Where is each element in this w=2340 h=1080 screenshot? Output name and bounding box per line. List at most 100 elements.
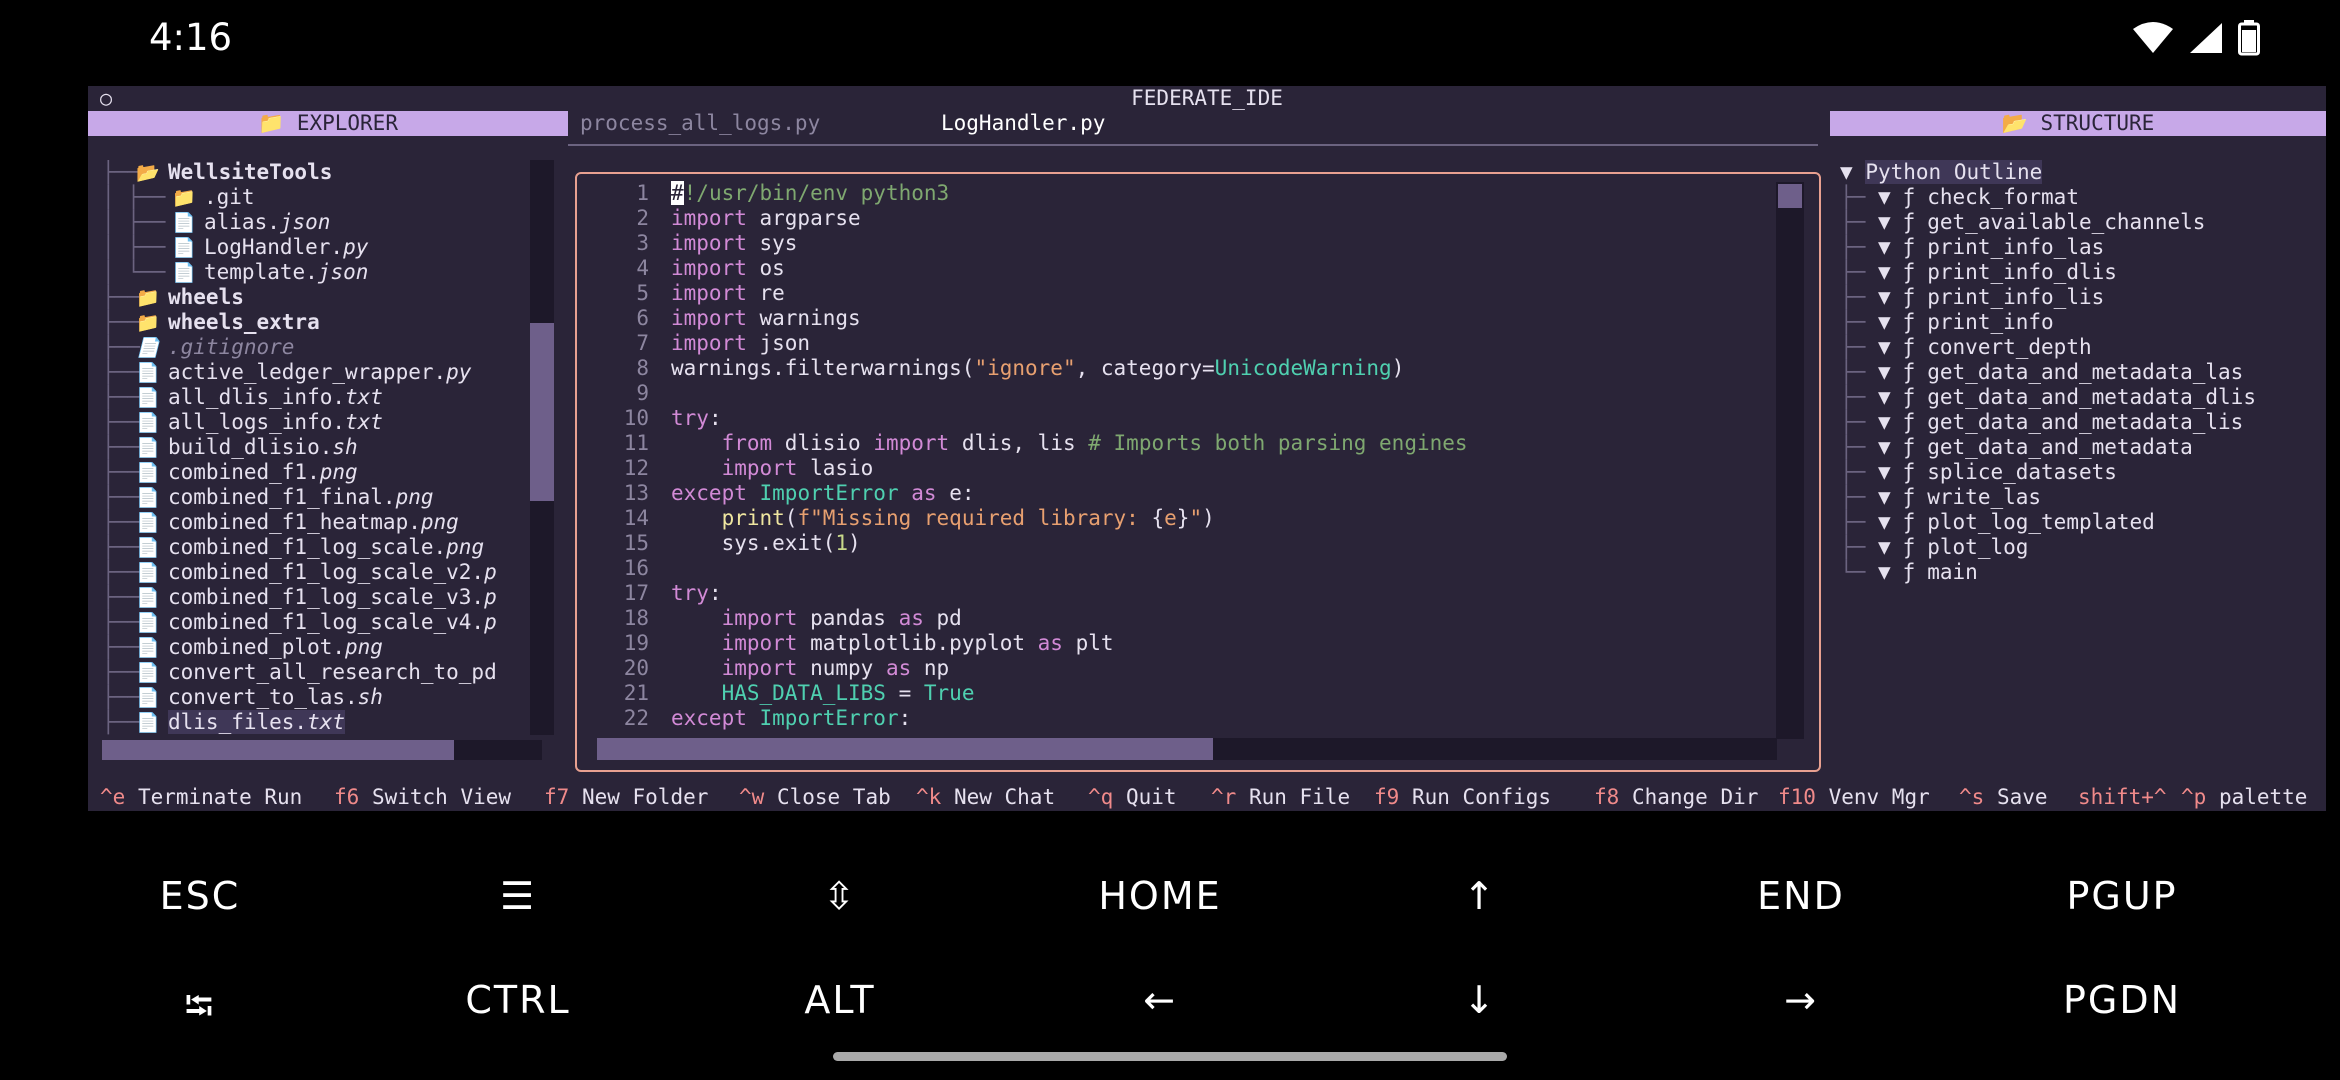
code-editor[interactable]: 1 #!/usr/bin/env python3 2 import argparse…	[575, 172, 1821, 772]
file-item[interactable]: ├──📄 dlis_files.txt	[102, 710, 542, 735]
expand-toggle-icon[interactable]: ▼	[1878, 435, 1891, 459]
expand-toggle-icon[interactable]: ▼	[1878, 335, 1891, 359]
file-item[interactable]: │ ├── 📄 LogHandler.py	[102, 235, 542, 260]
folder-item[interactable]: │ ├── 📁 .git	[102, 185, 542, 210]
file-item[interactable]: │ ├── 📄 alias.json	[102, 210, 542, 235]
code-lines[interactable]: 1 #!/usr/bin/env python3 2 import argparse…	[577, 181, 1777, 731]
scroll-thumb[interactable]	[530, 323, 554, 501]
outline-function[interactable]: ├─ ▼ ƒ get_data_and_metadata_dlis	[1840, 385, 2326, 410]
shortcut-f8-8[interactable]: f8 Change Dir	[1594, 783, 1758, 811]
file-item[interactable]: ├──📄 combined_f1.png	[102, 460, 542, 485]
scroll-thumb[interactable]	[597, 738, 1213, 760]
shortcut-f9-7[interactable]: f9 Run Configs	[1374, 783, 1551, 811]
expand-toggle-icon[interactable]: ▼	[1878, 460, 1891, 484]
file-item[interactable]: ├──📄 combined_f1_log_scale_v2.p	[102, 560, 542, 585]
file-item[interactable]: ├──📄 .gitignore	[102, 335, 542, 360]
right-arrow-key[interactable]: →	[1701, 978, 1901, 1022]
expand-toggle-icon[interactable]: ▼	[1840, 160, 1853, 184]
page-up-key[interactable]: PGUP	[2022, 874, 2222, 918]
file-item[interactable]: ├──📄 all_logs_info.txt	[102, 410, 542, 435]
expand-toggle-icon[interactable]: ▼	[1878, 235, 1891, 259]
folder-item[interactable]: ├──📁 wheels_extra	[102, 310, 542, 335]
expand-toggle-icon[interactable]: ▼	[1878, 385, 1891, 409]
alt-key[interactable]: ALT	[740, 978, 940, 1022]
tab-key[interactable]: ⭾	[100, 978, 300, 1043]
down-arrow-key[interactable]: ↓	[1380, 978, 1580, 1022]
folder-item[interactable]: ├──📂 WellsiteTools	[102, 160, 542, 185]
menu-key[interactable]: ☰	[418, 874, 618, 918]
end-key[interactable]: END	[1701, 874, 1901, 918]
expand-toggle-icon[interactable]: ▼	[1878, 260, 1891, 284]
scroll-thumb[interactable]	[102, 740, 454, 760]
folder-item[interactable]: ├──📁 wheels	[102, 285, 542, 310]
file-item[interactable]: ├──📄 convert_to_las.sh	[102, 685, 542, 710]
expand-toggle-icon[interactable]: ▼	[1878, 210, 1891, 234]
esc-key[interactable]: ESC	[100, 874, 300, 918]
shortcut-r-6[interactable]: ^r Run File	[1211, 783, 1350, 811]
outline-function[interactable]: ├─ ▼ ƒ plot_log_templated	[1840, 510, 2326, 535]
shortcut-f6-1[interactable]: f6 Switch View	[334, 783, 511, 811]
page-down-key[interactable]: PGDN	[2022, 978, 2222, 1022]
shortcut-s-10[interactable]: ^s Save	[1959, 783, 2048, 811]
tab-loghandler[interactable]: LogHandler.py	[941, 111, 1105, 136]
expand-toggle-icon[interactable]: ▼	[1878, 510, 1891, 534]
scroll-key[interactable]: ⇳	[740, 874, 940, 918]
outline-function[interactable]: ├─ ▼ ƒ get_data_and_metadata_lis	[1840, 410, 2326, 435]
expand-toggle-icon[interactable]: ▼	[1878, 310, 1891, 334]
outline-function[interactable]: ├─ ▼ ƒ print_info_las	[1840, 235, 2326, 260]
outline-function[interactable]: ├─ ▼ ƒ get_available_channels	[1840, 210, 2326, 235]
file-item[interactable]: ├──📄 active_ledger_wrapper.py	[102, 360, 542, 385]
file-item[interactable]: ├──📄 convert_all_research_to_pd	[102, 660, 542, 685]
outline-function[interactable]: ├─ ▼ ƒ get_data_and_metadata_las	[1840, 360, 2326, 385]
scroll-thumb[interactable]	[1778, 184, 1802, 208]
outline-function[interactable]: ├─ ▼ ƒ splice_datasets	[1840, 460, 2326, 485]
code-horizontal-scrollbar[interactable]	[597, 738, 1777, 760]
expand-toggle-icon[interactable]: ▼	[1878, 285, 1891, 309]
structure-header[interactable]: 📂 STRUCTURE	[1830, 111, 2326, 136]
outline-function[interactable]: ├─ ▼ ƒ get_data_and_metadata	[1840, 435, 2326, 460]
shortcut-f10-9[interactable]: f10 Venv Mgr	[1778, 783, 1930, 811]
expand-toggle-icon[interactable]: ▼	[1878, 560, 1891, 584]
outline-function[interactable]: └─ ▼ ƒ main	[1840, 560, 2326, 585]
outline-function[interactable]: ├─ ▼ ƒ convert_depth	[1840, 335, 2326, 360]
expand-toggle-icon[interactable]: ▼	[1878, 535, 1891, 559]
expand-toggle-icon[interactable]: ▼	[1878, 185, 1891, 209]
outline-function[interactable]: ├─ ▼ ƒ check_format	[1840, 185, 2326, 210]
explorer-horizontal-scrollbar[interactable]	[102, 740, 542, 760]
expand-toggle-icon[interactable]: ▼	[1878, 410, 1891, 434]
code-vertical-scrollbar[interactable]	[1776, 182, 1804, 739]
outline-function[interactable]: ├─ ▼ ƒ print_info_lis	[1840, 285, 2326, 310]
file-item[interactable]: ├──📄 combined_f1_final.png	[102, 485, 542, 510]
gesture-handle[interactable]	[833, 1052, 1507, 1061]
ctrl-key[interactable]: CTRL	[418, 978, 618, 1022]
file-item[interactable]: ├──📄 combined_f1_log_scale_v4.p	[102, 610, 542, 635]
shortcut-p-12[interactable]: ^p palette	[2181, 783, 2307, 811]
shortcut-shift-11[interactable]: shift+^	[2078, 783, 2167, 811]
explorer-vertical-scrollbar[interactable]	[530, 160, 554, 735]
left-arrow-key[interactable]: ←	[1060, 978, 1260, 1022]
file-item[interactable]: ├──📄 combined_f1_log_scale.png	[102, 535, 542, 560]
outline-function[interactable]: ├─ ▼ ƒ print_info_dlis	[1840, 260, 2326, 285]
shortcut-k-4[interactable]: ^k New Chat	[916, 783, 1055, 811]
home-key[interactable]: HOME	[1060, 874, 1260, 918]
outline-root[interactable]: ▼ Python Outline	[1840, 160, 2326, 185]
shortcut-q-5[interactable]: ^q Quit	[1088, 783, 1177, 811]
tab-process-all-logs[interactable]: process_all_logs.py	[580, 111, 820, 136]
shortcut-w-3[interactable]: ^w Close Tab	[739, 783, 891, 811]
outline-function[interactable]: ├─ ▼ ƒ write_las	[1840, 485, 2326, 510]
outline-function[interactable]: ├─ ▼ ƒ print_info	[1840, 310, 2326, 335]
file-item[interactable]: ├──📄 combined_plot.png	[102, 635, 542, 660]
explorer-header[interactable]: 📁 EXPLORER	[88, 111, 568, 136]
file-item[interactable]: ├──📄 combined_f1_log_scale_v3.p	[102, 585, 542, 610]
up-arrow-key[interactable]: ↑	[1380, 874, 1580, 918]
structure-panel: ▼ Python Outline ├─ ▼ ƒ check_format ├─ ▼ ƒ…	[1830, 136, 2326, 811]
expand-toggle-icon[interactable]: ▼	[1878, 360, 1891, 384]
file-item[interactable]: ├──📄 combined_f1_heatmap.png	[102, 510, 542, 535]
file-item[interactable]: │ └── 📄 template.json	[102, 260, 542, 285]
outline-function[interactable]: ├─ ▼ ƒ plot_log	[1840, 535, 2326, 560]
file-item[interactable]: ├──📄 all_dlis_info.txt	[102, 385, 542, 410]
file-item[interactable]: ├──📄 build_dlisio.sh	[102, 435, 542, 460]
expand-toggle-icon[interactable]: ▼	[1878, 485, 1891, 509]
shortcut-f7-2[interactable]: f7 New Folder	[544, 783, 708, 811]
shortcut-e-0[interactable]: ^e Terminate Run	[100, 783, 302, 811]
